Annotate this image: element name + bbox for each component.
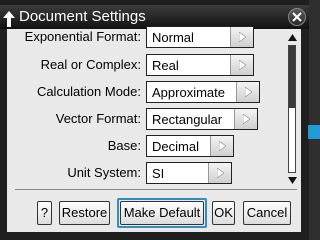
dropdown-value: Real	[152, 58, 179, 73]
exponential-format-dropdown[interactable]: Normal	[146, 26, 254, 48]
restore-button[interactable]: Restore	[59, 201, 110, 225]
ok-button[interactable]: OK	[212, 201, 235, 225]
close-button[interactable]	[288, 8, 306, 26]
dropdown-button[interactable]	[230, 27, 253, 47]
dropdown-value: Normal	[152, 30, 194, 45]
dropdown-value: Decimal	[152, 139, 199, 154]
chevron-right-icon	[239, 60, 246, 70]
chevron-right-icon	[219, 141, 226, 151]
setting-label: Exponential Format:	[24, 29, 141, 44]
setting-label: Unit System:	[67, 165, 141, 180]
dialog-frame: Document Settings Exponential Format: No…	[0, 0, 309, 240]
chevron-right-icon	[245, 87, 252, 97]
dialog-title: Document Settings	[19, 8, 146, 25]
dropdown-value: Approximate	[152, 85, 225, 100]
setting-row-calculation-mode: Calculation Mode: Approximate	[7, 81, 285, 103]
real-or-complex-dropdown[interactable]: Real	[146, 54, 254, 76]
scroll-down-arrow-icon[interactable]	[287, 175, 298, 185]
chevron-right-icon	[239, 32, 246, 42]
chevron-right-icon	[217, 168, 224, 178]
dropdown-value: Rectangular	[152, 112, 223, 127]
scroll-up-arrow-icon[interactable]	[287, 33, 298, 43]
close-icon	[292, 12, 302, 22]
unit-system-dropdown[interactable]: SI	[146, 162, 232, 184]
setting-label: Vector Format:	[55, 111, 141, 126]
dropdown-button[interactable]	[230, 55, 253, 75]
divider	[15, 189, 297, 190]
help-button[interactable]: ?	[37, 201, 52, 225]
vector-format-dropdown[interactable]: Rectangular	[146, 108, 258, 130]
setting-row-real-or-complex: Real or Complex: Real	[7, 54, 285, 76]
settings-panel: Exponential Format: Normal Real or Compl…	[7, 26, 301, 232]
dropdown-value: SI	[152, 166, 165, 181]
setting-row-vector-format: Vector Format: Rectangular	[7, 108, 285, 130]
chevron-right-icon	[243, 114, 250, 124]
side-accent-marker	[308, 125, 320, 139]
setting-label: Real or Complex:	[40, 57, 141, 72]
scrollbar-thumb[interactable]	[289, 46, 295, 108]
calculation-mode-dropdown[interactable]: Approximate	[146, 81, 260, 103]
dropdown-button[interactable]	[208, 163, 231, 183]
cancel-button[interactable]: Cancel	[243, 201, 291, 225]
setting-row-unit-system: Unit System: SI	[7, 162, 285, 184]
setting-label: Calculation Mode:	[36, 84, 141, 99]
make-default-button[interactable]: Make Default	[120, 201, 204, 225]
vertical-scrollbar[interactable]	[287, 33, 298, 185]
setting-row-base: Base: Decimal	[7, 135, 285, 157]
dropdown-button[interactable]	[210, 136, 233, 156]
dropdown-button[interactable]	[236, 82, 259, 102]
base-dropdown[interactable]: Decimal	[146, 135, 234, 157]
setting-label: Base:	[107, 138, 141, 153]
dropdown-button[interactable]	[234, 109, 257, 129]
scrollbar-track[interactable]	[288, 45, 296, 173]
setting-row-exponential-format: Exponential Format: Normal	[7, 26, 285, 48]
